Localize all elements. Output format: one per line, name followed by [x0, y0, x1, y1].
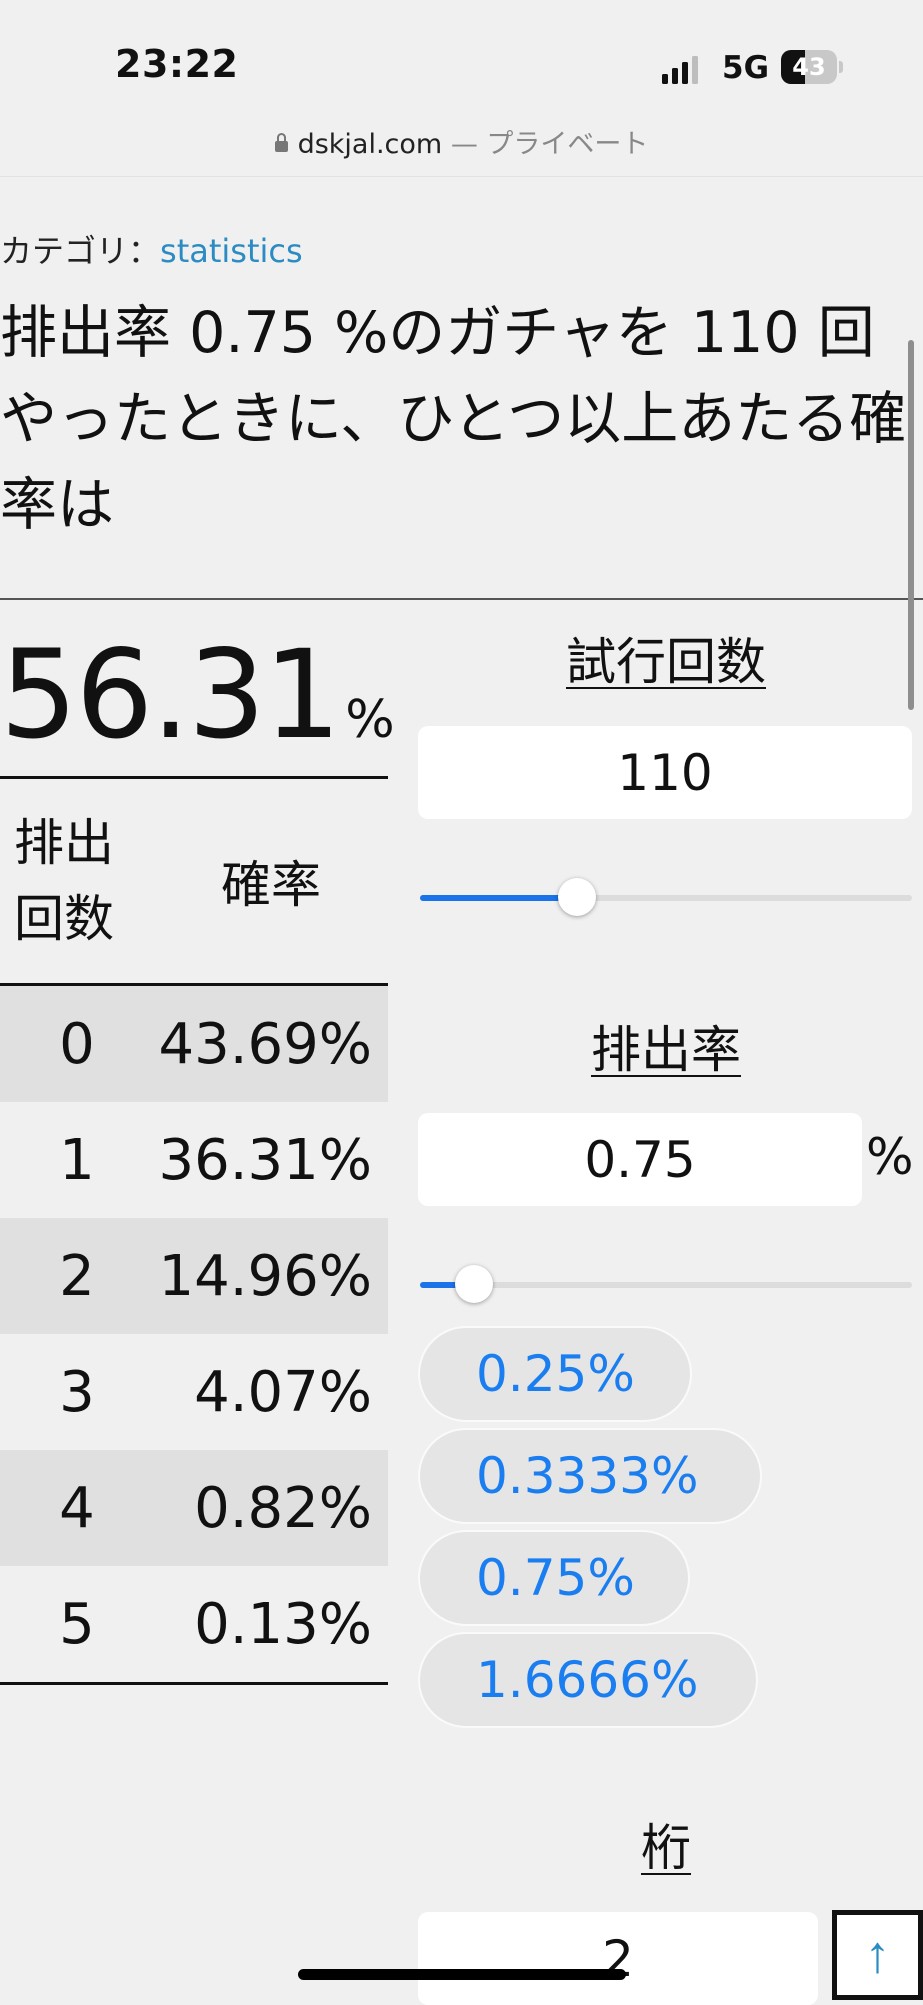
status-bar: 23:22 5G 43 dskjal.com — プライベート — [0, 0, 923, 177]
cell-count: 4 — [0, 1450, 154, 1566]
result: 56.31% — [0, 628, 395, 762]
cell-prob: 0.13% — [194, 1591, 372, 1657]
slider-thumb[interactable] — [455, 1265, 494, 1303]
private-label: — プライベート — [450, 129, 649, 160]
address-bar[interactable]: dskjal.com — プライベート — [0, 122, 923, 161]
url-domain: dskjal.com — [297, 129, 443, 160]
slider-thumb[interactable] — [558, 878, 597, 916]
lock-icon — [274, 133, 288, 152]
status-time: 23:22 — [115, 42, 239, 86]
trials-heading: 試行回数 — [566, 633, 766, 691]
cell-prob: 14.96% — [154, 1218, 388, 1334]
home-indicator[interactable] — [298, 1969, 626, 1980]
scroll-top-button[interactable]: ↑ — [832, 1910, 923, 2000]
table-row: 3 4.07% — [0, 1334, 388, 1450]
preset-button-1-6666[interactable]: 1.6666% — [418, 1632, 758, 1728]
digits-heading: 桁 — [641, 1819, 691, 1877]
battery-level: 43 — [792, 53, 826, 81]
cell-count: 1 — [59, 1127, 95, 1193]
cell-prob: 43.69% — [154, 984, 388, 1102]
table-header: 排出回数 確率 — [0, 779, 388, 986]
battery-icon: 43 — [781, 50, 843, 84]
table-row: 2 14.96% — [0, 1218, 388, 1334]
header-count: 排出回数 — [0, 779, 154, 986]
header-prob: 確率 — [154, 779, 388, 986]
arrow-up-icon: ↑ — [864, 1926, 891, 1984]
cell-count: 5 — [59, 1591, 95, 1657]
table-row: 5 0.13% — [0, 1566, 388, 1684]
slider-fill — [420, 895, 578, 901]
slider-track — [420, 1282, 912, 1288]
category-link[interactable]: statistics — [160, 232, 303, 270]
rate-input[interactable] — [418, 1113, 862, 1206]
cell-prob: 4.07% — [194, 1359, 372, 1425]
result-value: 56.31 — [0, 624, 341, 766]
signal-icon — [662, 56, 698, 84]
result-unit: % — [345, 690, 395, 750]
title-divider — [0, 598, 923, 600]
cell-count: 3 — [59, 1359, 95, 1425]
preset-button-0-25[interactable]: 0.25% — [418, 1326, 692, 1422]
cell-count: 0 — [0, 984, 154, 1102]
rate-unit: % — [866, 1128, 914, 1186]
cell-prob: 36.31% — [158, 1127, 372, 1193]
preset-button-0-3333[interactable]: 0.3333% — [418, 1428, 762, 1524]
network-label: 5G — [722, 50, 770, 86]
cell-count: 2 — [0, 1218, 154, 1334]
rate-slider[interactable] — [420, 1265, 912, 1305]
category-label: カテゴリ： — [0, 232, 161, 270]
rate-heading: 排出率 — [591, 1021, 741, 1079]
preset-button-0-75[interactable]: 0.75% — [418, 1530, 690, 1626]
table-row: 0 43.69% — [0, 984, 388, 1102]
table-row: 4 0.82% — [0, 1450, 388, 1566]
header-divider — [0, 176, 923, 177]
header-count-label: 排出回数 — [14, 814, 114, 948]
cell-prob: 0.82% — [154, 1450, 388, 1566]
probability-table: 排出回数 確率 0 43.69% 1 36.31% 2 14.96% 3 4.0… — [0, 779, 388, 1685]
trials-slider[interactable] — [420, 878, 912, 918]
category-line: カテゴリ：statistics — [0, 226, 303, 272]
digits-input[interactable] — [418, 1912, 818, 2005]
trials-input[interactable] — [418, 726, 912, 819]
table-row: 1 36.31% — [0, 1102, 388, 1218]
page-title: 排出率 0.75 %のガチャを 110 回やったときに、ひとつ以上あたる確率は — [0, 300, 907, 538]
